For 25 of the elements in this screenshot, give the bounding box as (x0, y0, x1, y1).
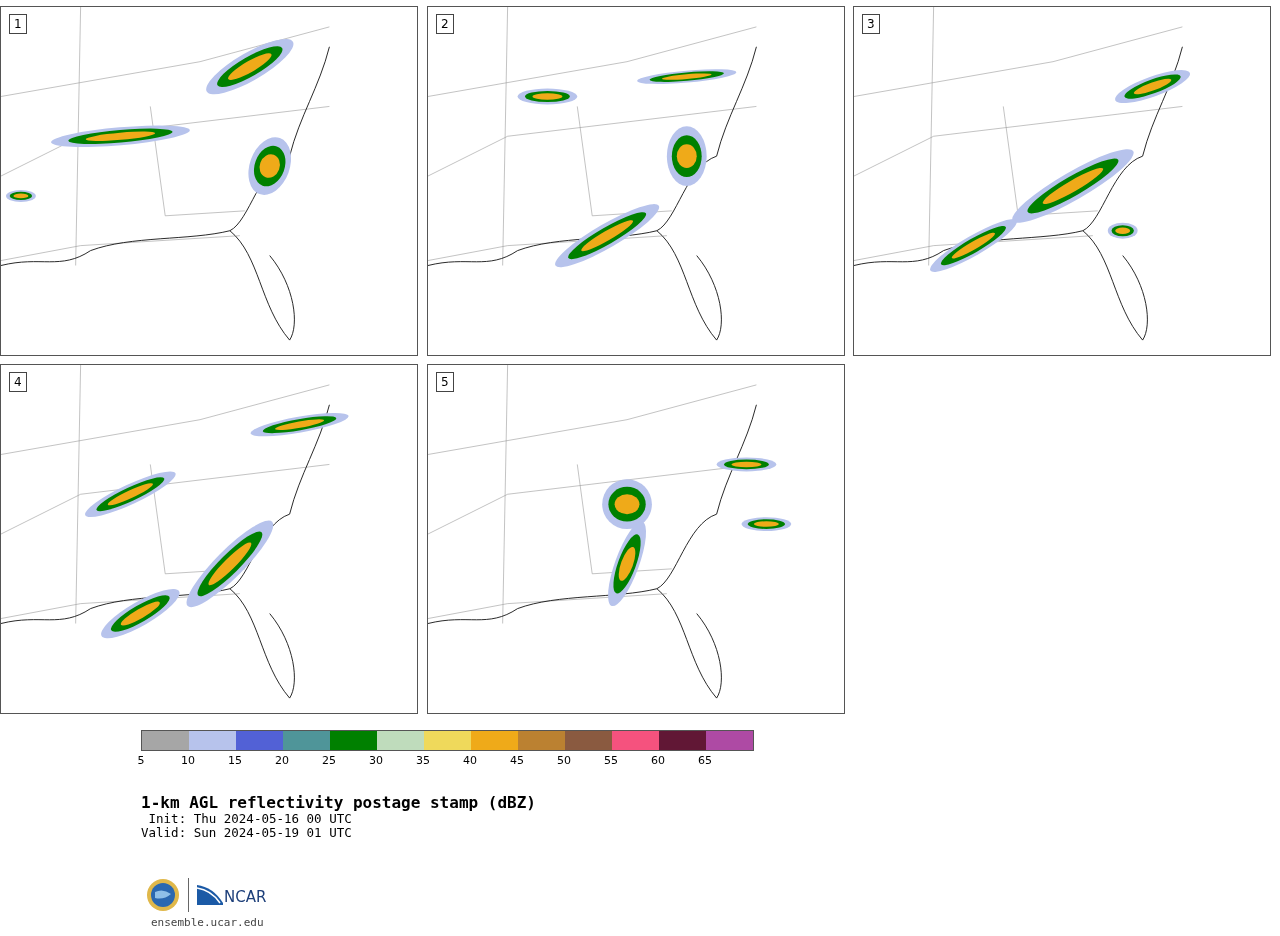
tick-label: 55 (604, 755, 618, 767)
valid-time: Valid: Sun 2024-05-19 01 UTC (141, 826, 353, 840)
tick-label: 5 (137, 755, 145, 767)
tick-label: 30 (369, 755, 383, 767)
panel-number: 4 (9, 372, 27, 392)
tick-label: 10 (181, 755, 195, 767)
panel-number: 2 (436, 14, 454, 34)
tick-label: 15 (228, 755, 242, 767)
chart-title: 1-km AGL reflectivity postage stamp (dBZ) (141, 794, 537, 812)
tick-label: 25 (322, 755, 336, 767)
panel-number: 1 (9, 14, 27, 34)
tick-label: 50 (557, 755, 571, 767)
tick-label: 60 (651, 755, 665, 767)
tick-label: 35 (416, 755, 430, 767)
init-time: Init: Thu 2024-05-16 00 UTC (147, 812, 353, 826)
tick-label: 65 (698, 755, 712, 767)
site-url: ensemble.ucar.edu (151, 916, 265, 929)
tick-label: 45 (510, 755, 524, 767)
tick-label: 40 (463, 755, 477, 767)
tick-label: 20 (275, 755, 289, 767)
swoosh-icon (197, 885, 223, 905)
globe-seal-icon (146, 878, 180, 912)
logo-text: NCAR (224, 890, 267, 905)
panel-number: 3 (862, 14, 880, 34)
panel-number: 5 (436, 372, 454, 392)
